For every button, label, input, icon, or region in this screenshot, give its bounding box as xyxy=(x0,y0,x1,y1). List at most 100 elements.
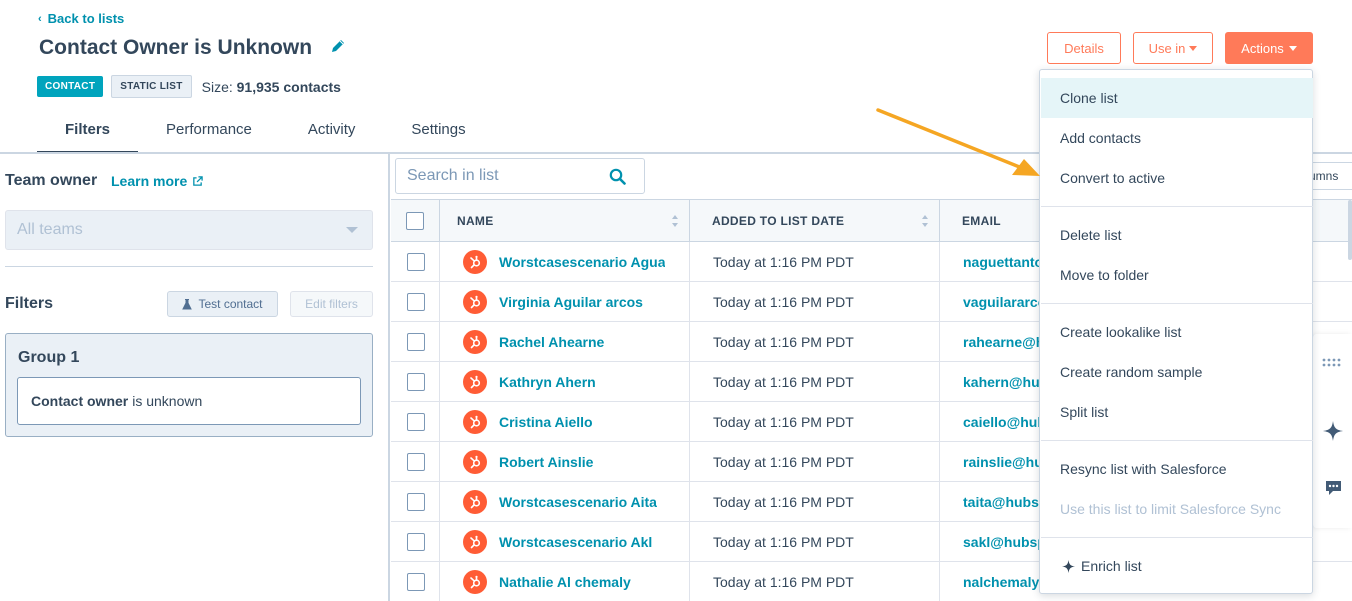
scrollbar-thumb[interactable] xyxy=(1348,200,1352,260)
column-divider xyxy=(439,242,440,282)
details-button[interactable]: Details xyxy=(1047,32,1121,64)
contact-email-link[interactable]: kahern@hubspot.com xyxy=(963,362,1043,402)
hubspot-avatar-icon xyxy=(463,490,487,514)
static-list-badge: STATIC LIST xyxy=(111,75,192,98)
menu-item-add-contacts[interactable]: Add contacts xyxy=(1041,118,1313,158)
search-input[interactable]: Search in list xyxy=(395,158,645,194)
added-date: Today at 1:16 PM PDT xyxy=(713,294,854,310)
sparkle-ai-icon[interactable] xyxy=(1323,421,1343,441)
contact-badge: CONTACT xyxy=(37,76,104,97)
menu-item-convert-to-active[interactable]: Convert to active xyxy=(1041,158,1313,198)
use-in-label: Use in xyxy=(1148,40,1186,56)
column-divider xyxy=(439,402,440,442)
contact-name-link[interactable]: Worstcasescenario Aguayo xyxy=(499,242,665,282)
sparkle-icon xyxy=(1062,559,1075,573)
tab-activity[interactable]: Activity xyxy=(280,112,384,154)
row-checkbox[interactable] xyxy=(407,533,425,551)
contact-email-link[interactable]: rainslie@hubspot.com xyxy=(963,442,1043,482)
hubspot-avatar-icon xyxy=(463,370,487,394)
divider xyxy=(5,266,373,267)
teams-select[interactable]: All teams xyxy=(5,210,373,250)
row-checkbox[interactable] xyxy=(407,373,425,391)
contact-email-link[interactable]: vaguilararcos@hubspot.com xyxy=(963,282,1043,322)
contact-email-link[interactable]: sakl@hubspot.com xyxy=(963,522,1043,562)
sort-icon[interactable] xyxy=(671,214,679,228)
actions-label: Actions xyxy=(1241,40,1284,56)
teams-select-value: All teams xyxy=(17,221,83,238)
menu-item-resync-salesforce[interactable]: Resync list with Salesforce xyxy=(1041,449,1313,489)
added-date: Today at 1:16 PM PDT xyxy=(713,494,854,510)
row-checkbox[interactable] xyxy=(407,493,425,511)
select-all-checkbox[interactable] xyxy=(406,211,424,230)
grid-dots-icon[interactable] xyxy=(1322,358,1344,368)
contact-name-link[interactable]: Worstcasescenario Akl xyxy=(499,522,665,562)
side-help-widget xyxy=(1312,334,1352,528)
column-header-email[interactable]: EMAIL xyxy=(962,200,1001,241)
row-checkbox[interactable] xyxy=(407,333,425,351)
back-to-lists-link[interactable]: ‹ Back to lists xyxy=(38,11,124,26)
column-header-added-date[interactable]: ADDED TO LIST DATE xyxy=(712,200,844,241)
column-divider xyxy=(439,322,440,362)
menu-item-enrich-list[interactable]: Enrich list xyxy=(1041,546,1313,586)
row-checkbox[interactable] xyxy=(407,253,425,271)
chat-icon[interactable] xyxy=(1325,480,1342,496)
menu-item-create-lookalike-list[interactable]: Create lookalike list xyxy=(1041,312,1313,352)
list-size: Size: 91,935 contacts xyxy=(202,79,341,95)
menu-item-clone-list[interactable]: Clone list xyxy=(1041,78,1313,118)
contact-name-link[interactable]: Robert Ainslie xyxy=(499,442,665,482)
team-owner-label: Team owner xyxy=(5,172,98,189)
row-checkbox[interactable] xyxy=(407,453,425,471)
pencil-edit-icon[interactable] xyxy=(330,38,346,54)
row-checkbox[interactable] xyxy=(407,413,425,431)
tab-filters[interactable]: Filters xyxy=(37,112,139,154)
added-date: Today at 1:16 PM PDT xyxy=(713,454,854,470)
hubspot-avatar-icon xyxy=(463,450,487,474)
hubspot-avatar-icon xyxy=(463,250,487,274)
use-in-button[interactable]: Use in xyxy=(1133,32,1213,64)
size-label: Size: xyxy=(201,78,233,95)
list-badges: CONTACT STATIC LIST Size: 91,935 contact… xyxy=(37,75,341,98)
page-title: Contact Owner is Unknown xyxy=(39,36,313,59)
added-date: Today at 1:16 PM PDT xyxy=(713,414,854,430)
contact-email-link[interactable]: taita@hubspot.com xyxy=(963,482,1043,522)
hubspot-avatar-icon xyxy=(463,330,487,354)
contact-email-link[interactable]: rahearne@hubspot.com xyxy=(963,322,1043,362)
search-icon[interactable] xyxy=(609,168,626,185)
tab-performance[interactable]: Performance xyxy=(138,112,280,154)
learn-more-link[interactable]: Learn more xyxy=(111,173,203,189)
column-header-name[interactable]: NAME xyxy=(457,200,494,241)
condition-property: Contact owner xyxy=(31,393,129,409)
row-checkbox[interactable] xyxy=(407,573,425,591)
menu-divider xyxy=(1041,303,1313,304)
menu-item-create-random-sample[interactable]: Create random sample xyxy=(1041,352,1313,392)
menu-item-move-to-folder[interactable]: Move to folder xyxy=(1041,255,1313,295)
contact-email-link[interactable]: caiello@hubspot.com xyxy=(963,402,1043,442)
menu-item-delete-list[interactable]: Delete list xyxy=(1041,215,1313,255)
test-contact-button[interactable]: Test contact xyxy=(167,291,278,317)
contact-name-link[interactable]: Cristina Aiello xyxy=(499,402,665,442)
contact-email-link[interactable]: naguettantoine@hubspot.com xyxy=(963,242,1043,282)
actions-dropdown-menu: Clone list Add contacts Convert to activ… xyxy=(1039,69,1313,594)
contact-name-link[interactable]: Worstcasescenario Aita xyxy=(499,482,665,522)
menu-item-split-list[interactable]: Split list xyxy=(1041,392,1313,432)
hubspot-avatar-icon xyxy=(463,290,487,314)
contact-name-link[interactable]: Rachel Ahearne xyxy=(499,322,665,362)
contact-email-link[interactable]: nalchemaly@hubspot.com xyxy=(963,562,1043,601)
hubspot-avatar-icon xyxy=(463,410,487,434)
menu-divider xyxy=(1041,206,1313,207)
row-checkbox[interactable] xyxy=(407,293,425,311)
column-divider xyxy=(939,200,940,241)
contact-name-link[interactable]: Nathalie Al chemaly xyxy=(499,562,665,601)
sort-icon[interactable] xyxy=(921,214,929,228)
filter-condition[interactable]: Contact owner is unknown xyxy=(17,377,361,425)
column-divider xyxy=(939,242,940,601)
edit-filters-button[interactable]: Edit filters xyxy=(290,291,373,317)
contact-name-link[interactable]: Virginia Aguilar arcos xyxy=(499,282,665,322)
filters-heading: Filters xyxy=(5,295,54,312)
added-date: Today at 1:16 PM PDT xyxy=(713,334,854,350)
added-date: Today at 1:16 PM PDT xyxy=(713,574,854,590)
column-divider xyxy=(439,282,440,322)
tab-settings[interactable]: Settings xyxy=(383,112,493,154)
contact-name-link[interactable]: Kathryn Ahern xyxy=(499,362,665,402)
actions-button[interactable]: Actions xyxy=(1225,32,1313,64)
